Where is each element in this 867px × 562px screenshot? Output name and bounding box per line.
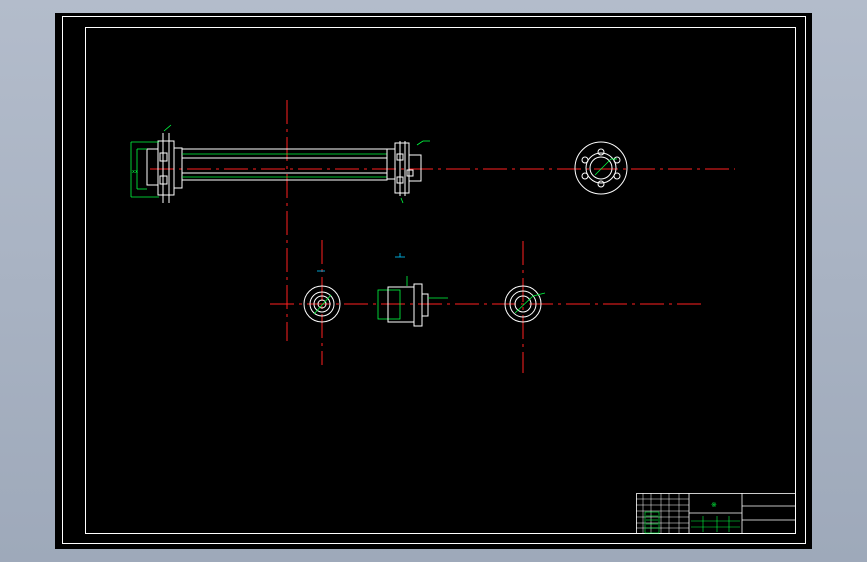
shaft-assembly-view: xx — [130, 100, 735, 341]
svg-text:xx: xx — [132, 169, 138, 175]
drawing-viewport[interactable]: xx ※ — [55, 13, 812, 549]
title-block-mark: ※ — [711, 501, 717, 509]
title-block: ※ — [636, 493, 796, 534]
flange-end-view — [574, 141, 628, 195]
sheet-outer-frame — [62, 16, 806, 544]
sheet-inner-frame — [85, 27, 796, 534]
drawing-canvas: xx ※ — [62, 16, 806, 544]
lower-row-views — [270, 240, 703, 373]
